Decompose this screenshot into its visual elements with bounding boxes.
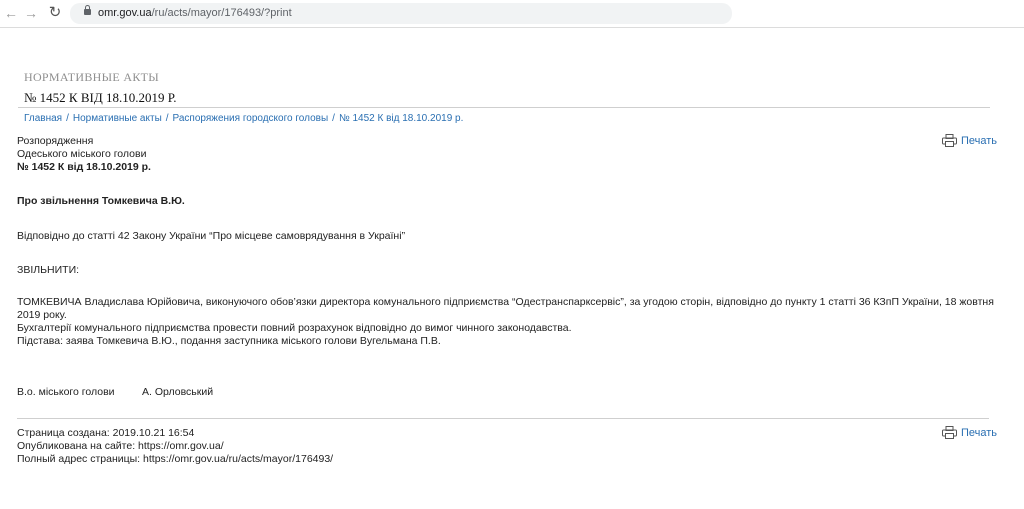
forward-arrow-icon[interactable]: →: [22, 4, 40, 22]
breadcrumb-mayor-orders[interactable]: Распоряжения городского головы: [173, 113, 329, 124]
footer-published: Опубликована на сайте: https://omr.gov.u…: [17, 440, 224, 452]
back-arrow-icon[interactable]: ←: [2, 4, 20, 22]
body-paragraph: Бухгалтерії комунального підприємства пр…: [17, 322, 572, 334]
address-bar[interactable]: omr.gov.ua/ru/acts/mayor/176493/?print: [70, 3, 732, 24]
document-type: Розпорядження: [17, 135, 94, 147]
breadcrumb-current[interactable]: № 1452 К від 18.10.2019 р.: [339, 113, 463, 124]
body-paragraph: ТОМКЕВИЧА Владислава Юрійовича, виконуюч…: [17, 296, 994, 321]
lock-icon: [84, 5, 91, 15]
reload-icon[interactable]: ↻: [46, 4, 64, 22]
title-divider: [18, 107, 990, 108]
url-host: omr.gov.ua: [98, 7, 152, 19]
print-label: Печать: [960, 426, 997, 439]
page-footer: Страница создана: 2019.10.21 16:54 Опубл…: [17, 427, 333, 466]
body-paragraph: Підстава: заява Томкевича В.Ю., подання …: [17, 335, 441, 347]
signature-block: В.о. міського голови А. Орловський: [17, 386, 417, 399]
printer-icon: [941, 134, 957, 147]
document-header: Розпорядження Одеського міського голови …: [17, 135, 151, 174]
browser-toolbar: ← → ↻ omr.gov.ua/ru/acts/mayor/176493/?p…: [0, 0, 1024, 28]
document-issuer: Одеського міського голови: [17, 148, 147, 160]
breadcrumb-normative-acts[interactable]: Нормативные акты: [73, 113, 162, 124]
document-order: ЗВІЛЬНИТИ:: [17, 264, 80, 276]
print-label: Печать: [960, 134, 997, 147]
print-button-bottom[interactable]: Печать: [941, 426, 997, 439]
url-text[interactable]: omr.gov.ua/ru/acts/mayor/176493/?print: [98, 6, 292, 21]
breadcrumb-separator: /: [165, 113, 169, 124]
footer-divider: [17, 418, 989, 419]
print-button[interactable]: Печать: [941, 134, 997, 147]
document-number: № 1452 К від 18.10.2019 р.: [17, 161, 151, 173]
breadcrumb: Главная / Нормативные акты / Распоряжения го…: [24, 112, 463, 125]
breadcrumb-separator: /: [66, 113, 69, 124]
printer-icon: [941, 426, 957, 439]
document-basis: Відповідно до статті 42 Закону України “…: [17, 230, 406, 242]
breadcrumb-separator: /: [332, 113, 335, 124]
section-title: НОРМАТИВНЫЕ АКТЫ: [24, 70, 160, 84]
document-body: ТОМКЕВИЧА Владислава Юрійовича, виконуюч…: [17, 296, 1007, 348]
signature-title: В.о. міського голови: [17, 386, 115, 398]
page-title: № 1452 К ВІД 18.10.2019 Р.: [24, 90, 177, 105]
footer-address: Полный адрес страницы: https://omr.gov.u…: [17, 453, 334, 465]
signature-name: А. Орловський: [142, 386, 214, 398]
document-subject: Про звільнення Томкевича В.Ю.: [17, 195, 185, 207]
breadcrumb-home[interactable]: Главная: [24, 113, 62, 124]
url-path: /ru/acts/mayor/176493/?print: [151, 7, 292, 19]
footer-created: Страница создана: 2019.10.21 16:54: [17, 427, 195, 439]
